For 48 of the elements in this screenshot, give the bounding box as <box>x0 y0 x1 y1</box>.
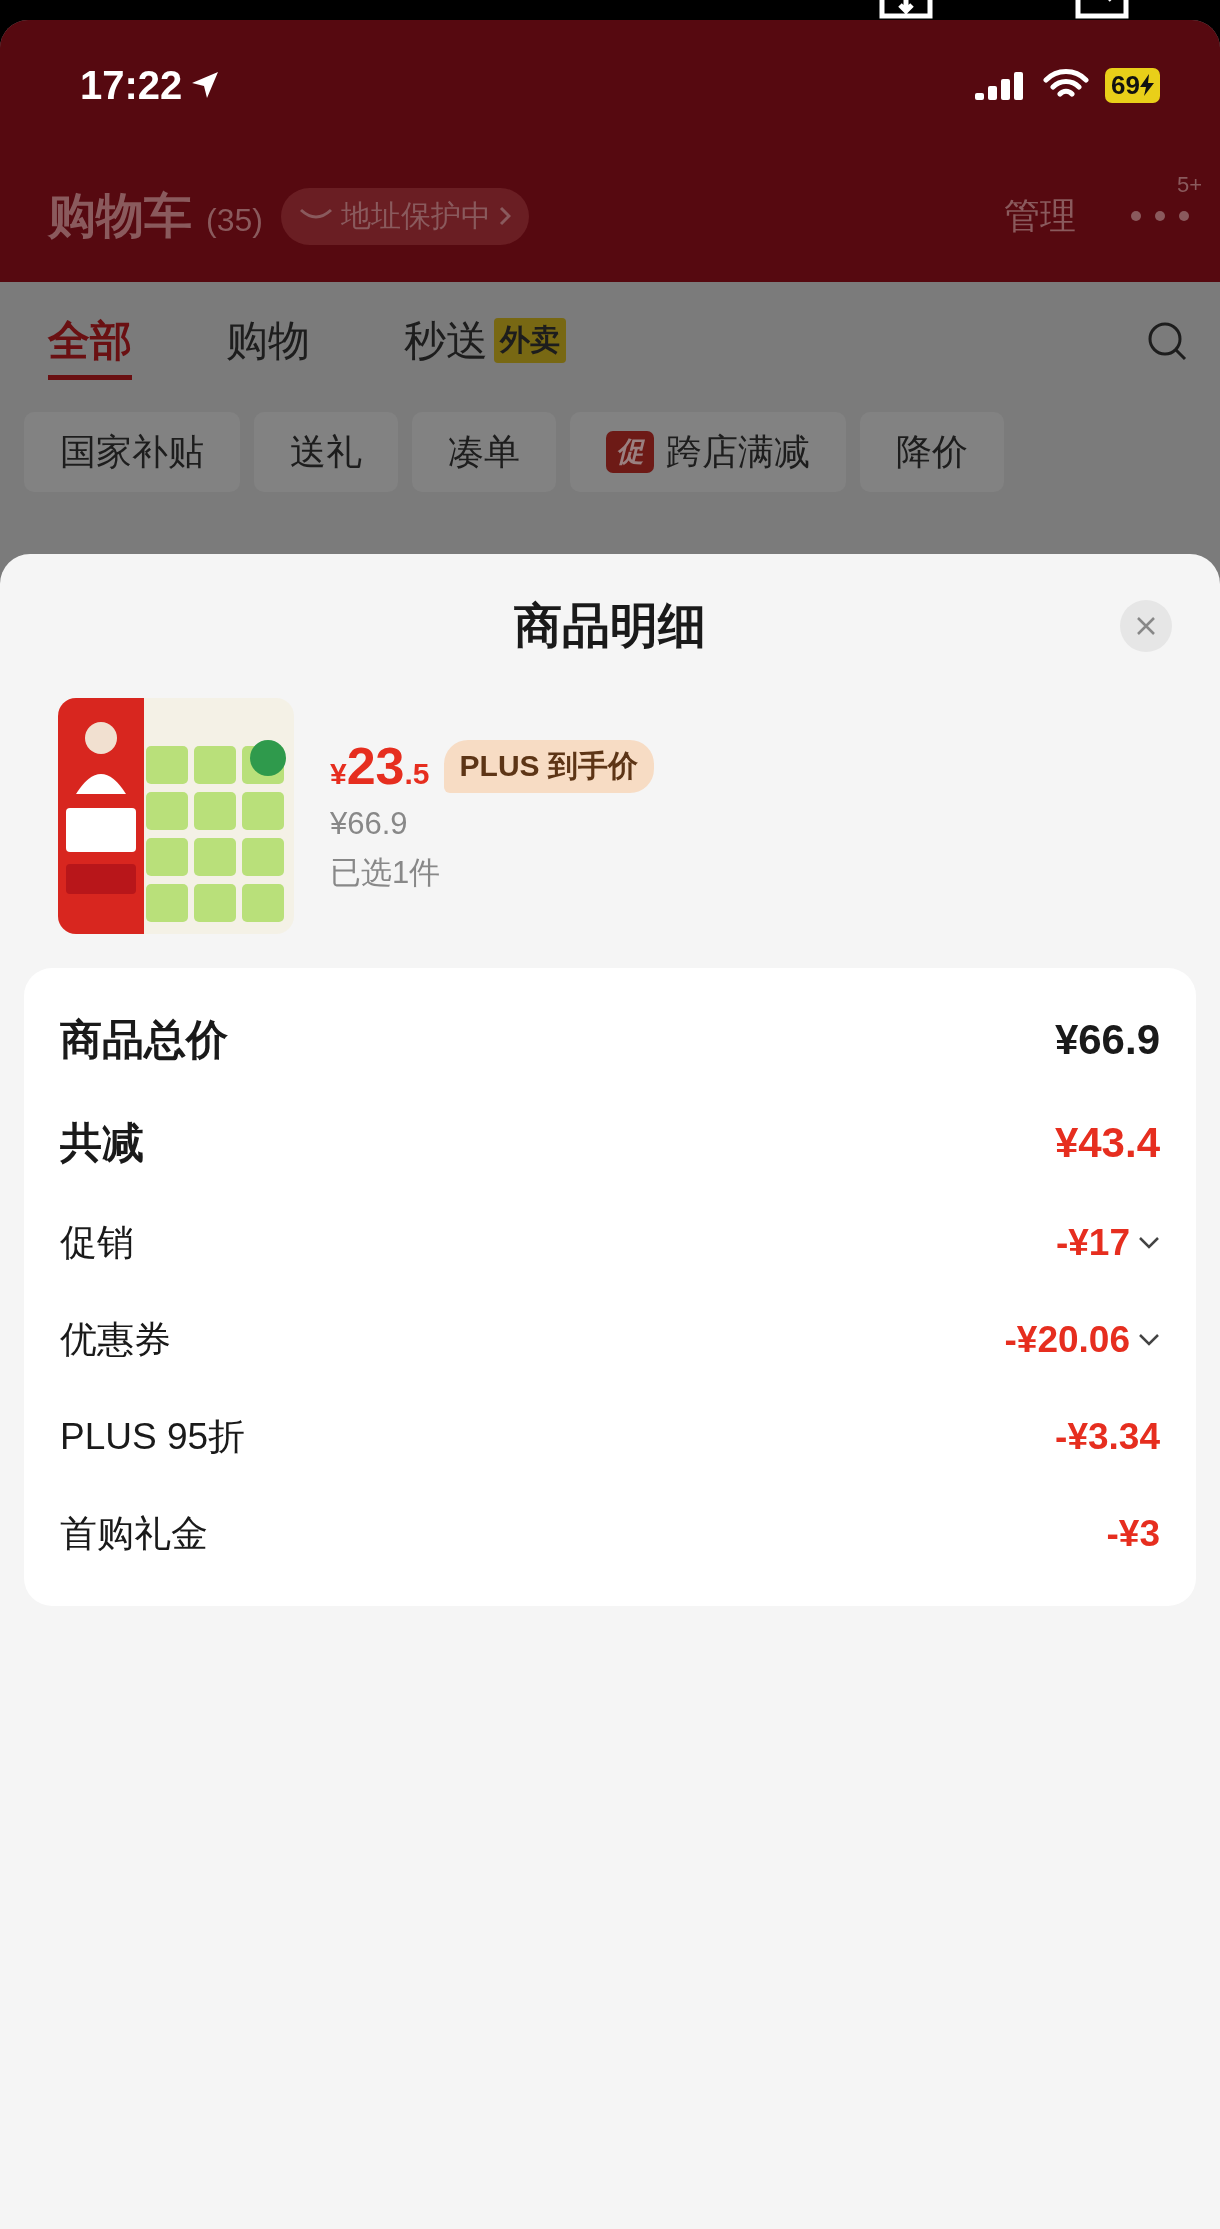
sheet-title: 商品明细 <box>514 598 706 654</box>
filter-label: 凑单 <box>448 429 520 474</box>
more-icon[interactable] <box>1130 210 1190 222</box>
filter-label: 送礼 <box>290 429 362 474</box>
row-label: 商品总价 <box>60 1014 228 1065</box>
item-count: (35) <box>206 201 263 239</box>
filter-label: 跨店满减 <box>666 429 810 474</box>
charging-bolt-icon <box>1140 74 1154 96</box>
row-value: ¥43.4 <box>1054 1118 1160 1167</box>
chevron-down-icon[interactable] <box>1138 1332 1160 1347</box>
filter-chip[interactable]: 促 跨店满减 <box>570 412 846 492</box>
original-price: ¥66.9 <box>330 806 409 842</box>
close-icon <box>1135 615 1157 637</box>
filter-chip[interactable]: 凑单 <box>412 412 556 492</box>
filter-chip[interactable]: 降价 <box>860 412 1004 492</box>
row-label: 首购礼金 <box>60 1511 208 1556</box>
row-label: 促销 <box>60 1220 134 1265</box>
page-title: 购物车 <box>48 188 192 244</box>
status-time: 17:22 <box>80 62 221 108</box>
chevron-right-icon <box>498 206 511 226</box>
tab[interactable]: 秒送 外卖 <box>404 312 566 380</box>
promo-tag: 促 <box>606 431 654 473</box>
tab[interactable]: 购物 <box>226 312 310 380</box>
row-label: PLUS 95折 <box>60 1414 246 1459</box>
row-label: 共减 <box>60 1117 144 1168</box>
download-icon[interactable] <box>878 0 934 20</box>
row-value: ¥66.9 <box>1054 1015 1160 1064</box>
plus-price-tag: PLUS 到手价 <box>443 739 654 793</box>
message-count-label: 5+ <box>1176 172 1202 198</box>
filter-chip[interactable]: 国家补贴 <box>24 412 240 492</box>
tab-tag: 外卖 <box>494 318 566 363</box>
filter-label: 国家补贴 <box>60 429 204 474</box>
manage-button[interactable]: 管理 <box>1004 191 1076 241</box>
row-label: 优惠券 <box>60 1317 171 1362</box>
battery-level: 69 <box>1105 67 1160 103</box>
selected-count: 已选1件 <box>330 854 442 892</box>
row-value: -¥17 <box>1055 1221 1130 1264</box>
price: ¥23.5 <box>330 736 430 796</box>
filter-label: 降价 <box>896 429 968 474</box>
row-value: -¥3.34 <box>1055 1415 1160 1458</box>
row-value: -¥20.06 <box>1004 1318 1130 1361</box>
location-arrow-icon <box>190 70 221 100</box>
filter-chip[interactable]: 送礼 <box>254 412 398 492</box>
close-button[interactable] <box>1120 600 1172 652</box>
share-icon[interactable] <box>1074 0 1130 20</box>
tab[interactable]: 全部 <box>48 312 132 380</box>
row-value: -¥3 <box>1106 1512 1160 1555</box>
chevron-down-icon[interactable] <box>1138 1235 1160 1250</box>
